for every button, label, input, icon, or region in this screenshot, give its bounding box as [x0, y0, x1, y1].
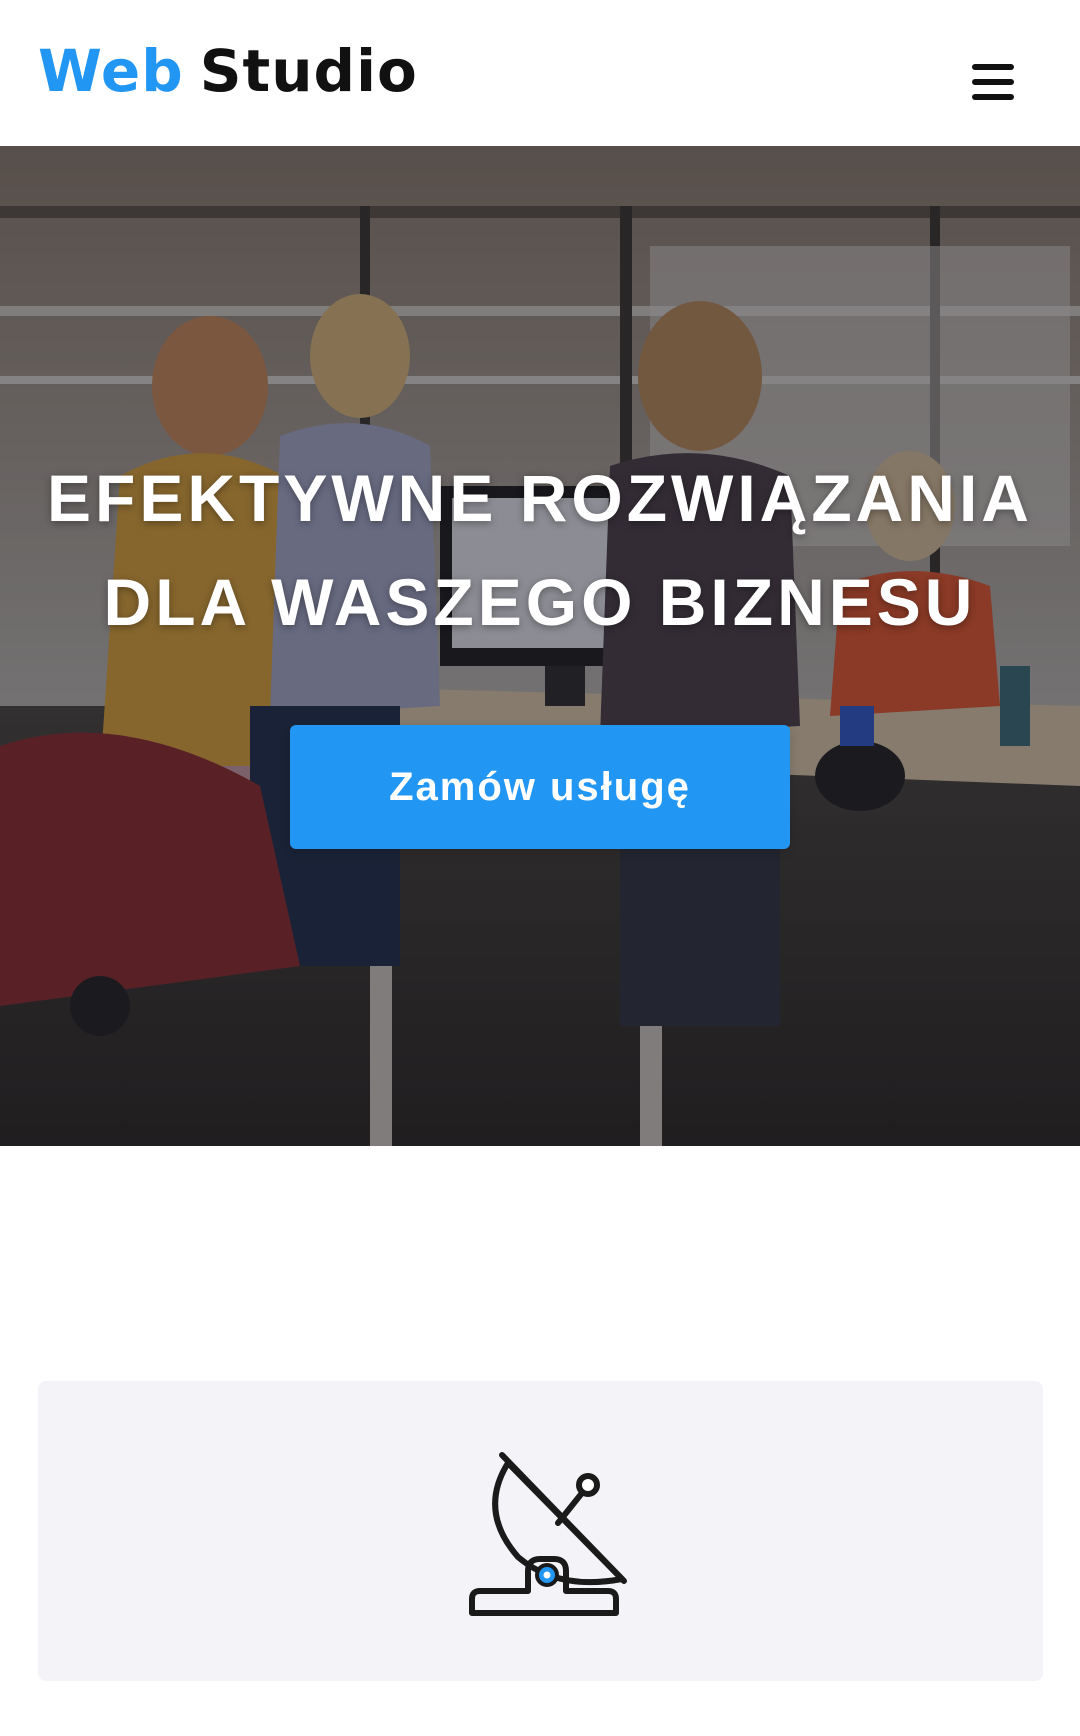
logo[interactable]: Web Studio — [38, 36, 418, 106]
logo-word-studio: Studio — [199, 37, 418, 105]
hero-title: EFEKTYWNE ROZWIĄZANIA DLA WASZEGO BIZNES… — [40, 446, 1040, 654]
menu-bar-middle — [972, 79, 1014, 85]
hamburger-menu-icon[interactable] — [962, 58, 1024, 106]
order-service-button[interactable]: Zamów usługę — [290, 725, 790, 849]
logo-word-web: Web — [38, 37, 184, 105]
hero-title-line-1: EFEKTYWNE ROZWIĄZANIA — [47, 461, 1033, 535]
menu-bar-top — [972, 64, 1014, 70]
hero-section: EFEKTYWNE ROZWIĄZANIA DLA WASZEGO BIZNES… — [0, 146, 1080, 1146]
site-header: Web Studio — [0, 0, 1080, 147]
satellite-dish-icon — [469, 1452, 627, 1616]
hero-title-line-2: DLA WASZEGO BIZNESU — [103, 565, 977, 639]
feature-card — [38, 1381, 1043, 1681]
menu-bar-bottom — [972, 94, 1014, 100]
